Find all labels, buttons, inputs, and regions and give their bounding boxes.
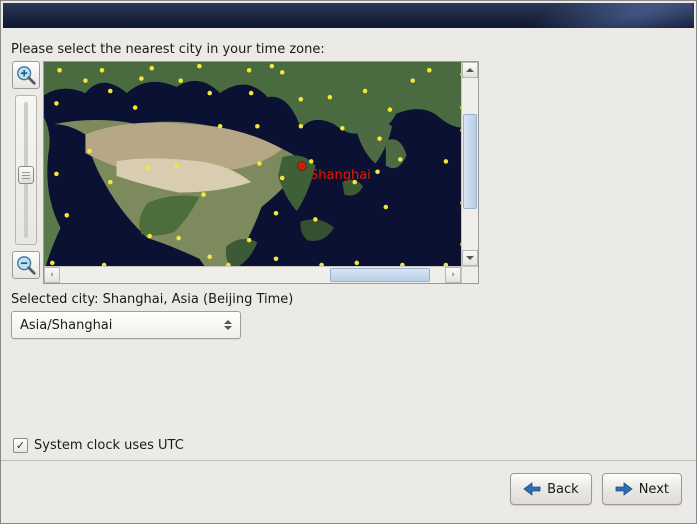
arrow-right-icon	[615, 482, 633, 496]
scroll-right-button[interactable]: ›	[445, 267, 461, 283]
magnifier-minus-icon	[15, 254, 37, 276]
arrow-left-icon	[523, 482, 541, 496]
world-map-graphic	[44, 62, 478, 266]
map-vertical-scrollbar[interactable]	[461, 62, 478, 266]
utc-checkbox-label: System clock uses UTC	[34, 438, 184, 453]
scroll-thumb[interactable]	[330, 268, 430, 282]
timezone-combobox-value: Asia/Shanghai	[20, 318, 112, 333]
selected-city-marker	[298, 162, 306, 170]
next-button-label: Next	[639, 482, 669, 497]
combobox-spin-icon	[220, 320, 236, 330]
next-button[interactable]: Next	[602, 473, 682, 505]
back-button[interactable]: Back	[510, 473, 592, 505]
utc-checkbox[interactable]: ✓	[13, 438, 28, 453]
back-button-label: Back	[547, 482, 579, 497]
zoom-in-button[interactable]	[12, 61, 40, 89]
zoom-out-button[interactable]	[12, 251, 40, 279]
scroll-corner	[461, 267, 478, 283]
installer-header-banner	[3, 3, 694, 28]
instruction-text: Please select the nearest city in your t…	[11, 42, 686, 57]
selected-city-text: Selected city: Shanghai, Asia (Beijing T…	[11, 292, 686, 307]
magnifier-plus-icon	[15, 64, 37, 86]
scroll-up-button[interactable]	[462, 62, 478, 78]
timezone-combobox[interactable]: Asia/Shanghai	[11, 311, 241, 339]
scroll-track[interactable]	[462, 78, 478, 250]
zoom-slider-thumb[interactable]	[18, 166, 34, 184]
timezone-map[interactable]: Shanghai	[44, 62, 478, 266]
scroll-left-button[interactable]: ‹	[44, 267, 60, 283]
map-zoom-controls	[11, 61, 41, 279]
scroll-thumb[interactable]	[463, 114, 477, 209]
zoom-slider[interactable]	[15, 95, 37, 245]
scroll-track[interactable]	[60, 267, 445, 283]
timezone-map-frame: Shanghai ‹ ›	[43, 61, 479, 284]
scroll-down-button[interactable]	[462, 250, 478, 266]
wizard-footer: Back Next	[1, 460, 696, 523]
map-horizontal-scrollbar[interactable]: ‹ ›	[44, 266, 478, 283]
